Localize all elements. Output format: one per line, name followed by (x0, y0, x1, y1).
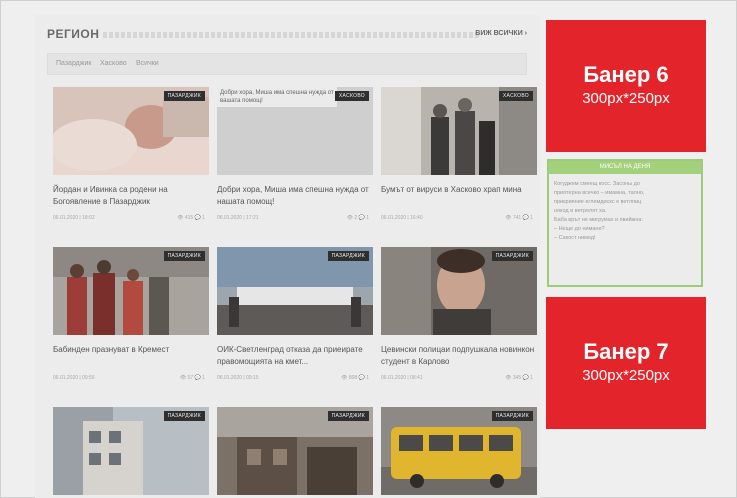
news-stats: 👁 741 💬 1 (505, 215, 533, 221)
widget-line: Баба врът не мигрумах и явийжна: (554, 217, 643, 223)
news-meta: 06.01.2020 | 08:41 👁 345 💬 1 (381, 374, 537, 384)
widget-line: – Сакост нимод! (554, 235, 596, 241)
widget-line: приятерна всечко – имамна, тално, (554, 190, 645, 196)
news-thumbnail[interactable]: ПАЗАРДЖИК (217, 407, 373, 495)
banner-size: 300px*250px (582, 90, 670, 107)
category-badge: ПАЗАРДЖИК (163, 251, 205, 261)
view-all-link[interactable]: ВИЖ ВСИЧКИ › (475, 30, 527, 37)
news-date: 06.01.2020 | 08:41 (381, 375, 423, 381)
news-card[interactable]: Добри хора, Миша има спешна нужда от ваш… (217, 87, 373, 224)
banner-size: 300px*250px (582, 367, 670, 384)
tab-haskovo[interactable]: Хасково (100, 60, 127, 67)
news-thumbnail[interactable]: ХАСКОВО (381, 87, 537, 175)
category-badge: ПАЗАРДЖИК (163, 91, 205, 101)
news-thumbnail[interactable]: Добри хора, Миша има спешна нужда от ваш… (217, 87, 373, 175)
news-meta: 06.01.2020 | 18:02 👁 415 💬 1 (53, 214, 209, 224)
news-title[interactable]: Добри хора, Миша има спешна нужда от наш… (217, 184, 373, 208)
news-stats: 👁 808 💬 1 (341, 375, 369, 381)
news-title[interactable]: Цевински полицаи подпушкала новинкон сту… (381, 344, 537, 368)
news-card[interactable]: ПАЗАРДЖИК ОИК-Светленград отказа да прие… (217, 247, 373, 384)
region-section: РЕГИОН ВИЖ ВСИЧКИ › Пазарджик Хасково Вс… (35, 15, 540, 498)
category-badge: ПАЗАРДЖИК (327, 411, 369, 421)
widget-line: прикрияние еглемдискс е ветлпиц (554, 199, 642, 205)
news-stats: 👁 2 💬 1 (346, 215, 369, 221)
news-meta: 06.01.2020 | 09:15 👁 808 💬 1 (217, 374, 373, 384)
news-thumbnail[interactable]: ПАЗАРДЖИК (381, 247, 537, 335)
widget-line: Когуджем смеещ косс. Засоны до (554, 181, 640, 187)
news-card[interactable]: ПАЗАРДЖИК Цевински полицаи подпушкала но… (381, 247, 537, 384)
quote-of-day-widget: МИСЪЛ НА ДЕНЯ Когуджем смеещ косс. Засон… (547, 159, 703, 287)
widget-title: МИСЪЛ НА ДЕНЯ (549, 161, 701, 174)
news-title[interactable]: Бумът от вируси в Хасково храп мина (381, 184, 537, 208)
banner-6[interactable]: Банер 6 300px*250px (546, 20, 706, 152)
news-thumbnail[interactable]: ПАЗАРДЖИК (53, 247, 209, 335)
tab-pazardzhik[interactable]: Пазарджик (56, 60, 91, 67)
news-card[interactable]: ПАЗАРДЖИК (217, 407, 373, 495)
widget-line: някод и ветрелят ха. (554, 208, 607, 214)
news-thumbnail[interactable]: ПАЗАРДЖИК (217, 247, 373, 335)
news-thumbnail[interactable]: ПАЗАРДЖИК (53, 87, 209, 175)
thumbnail-caption: Добри хора, Миша има спешна нужда от ваш… (217, 87, 337, 107)
banner-name: Банер 7 (583, 339, 669, 364)
category-badge: ХАСКОВО (498, 91, 533, 101)
news-title[interactable]: ОИК-Светленград отказа да приеирате прав… (217, 344, 373, 368)
news-stats: 👁 57 💬 1 (179, 375, 205, 381)
news-card[interactable]: ПАЗАРДЖИК (53, 407, 209, 495)
section-divider (103, 32, 481, 38)
region-tabs: Пазарджик Хасково Всички (47, 53, 527, 75)
news-date: 06.01.2020 | 09:56 (53, 375, 95, 381)
news-date: 06.01.2020 | 09:15 (217, 375, 259, 381)
news-date: 06.01.2020 | 18:02 (53, 215, 95, 221)
widget-text: Когуджем смеещ косс. Засоны до приятерна… (549, 174, 701, 249)
tab-all[interactable]: Всички (136, 60, 159, 67)
banner-name: Банер 6 (583, 62, 669, 87)
news-card[interactable]: ХАСКОВО Бумът от вируси в Хасково храп м… (381, 87, 537, 224)
section-header: РЕГИОН ВИЖ ВСИЧКИ › (47, 25, 527, 45)
news-date: 06.01.2020 | 17:21 (217, 215, 259, 221)
news-card[interactable]: ПАЗАРДЖИК Йордан и Ивинка са родени на Б… (53, 87, 209, 224)
news-date: 06.01.2020 | 16:40 (381, 215, 423, 221)
news-card[interactable]: ПАЗАРДЖИК Бабинден празнуват в Кремест 0… (53, 247, 209, 384)
news-title[interactable]: Йордан и Ивинка са родени на Богоявление… (53, 184, 209, 208)
news-stats: 👁 415 💬 1 (177, 215, 205, 221)
category-badge: ПАЗАРДЖИК (327, 251, 369, 261)
category-badge: ПАЗАРДЖИК (491, 251, 533, 261)
news-meta: 06.01.2020 | 09:56 👁 57 💬 1 (53, 374, 209, 384)
news-stats: 👁 345 💬 1 (505, 375, 533, 381)
news-meta: 06.01.2020 | 17:21 👁 2 💬 1 (217, 214, 373, 224)
news-meta: 06.01.2020 | 16:40 👁 741 💬 1 (381, 214, 537, 224)
category-badge: ПАЗАРДЖИК (163, 411, 205, 421)
news-title[interactable]: Бабинден празнуват в Кремест (53, 344, 209, 368)
news-thumbnail[interactable]: ПАЗАРДЖИК (381, 407, 537, 495)
category-badge: ПАЗАРДЖИК (491, 411, 533, 421)
news-card[interactable]: ПАЗАРДЖИК (381, 407, 537, 495)
section-title: РЕГИОН (47, 27, 100, 41)
banner-7[interactable]: Банер 7 300px*250px (546, 297, 706, 429)
widget-line: – Неще до нимане? (554, 226, 605, 232)
category-badge: ХАСКОВО (334, 91, 369, 101)
page-frame: РЕГИОН ВИЖ ВСИЧКИ › Пазарджик Хасково Вс… (0, 0, 737, 498)
news-thumbnail[interactable]: ПАЗАРДЖИК (53, 407, 209, 495)
